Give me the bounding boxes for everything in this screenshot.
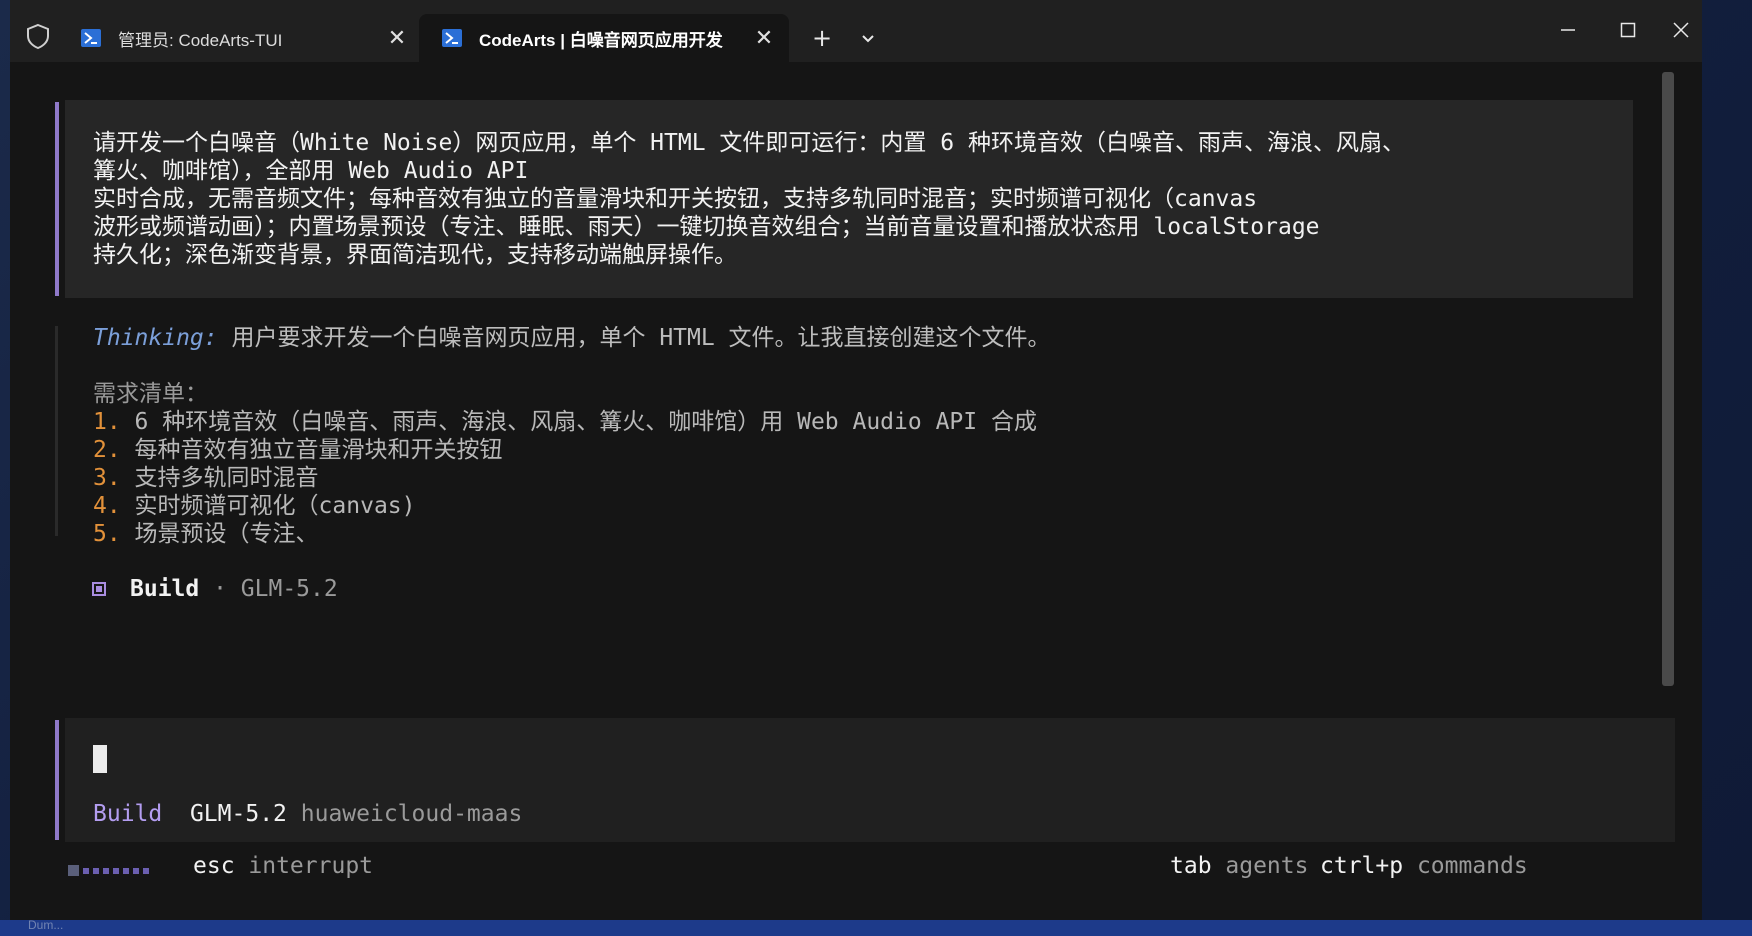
powershell-icon: [442, 29, 462, 47]
minimize-button[interactable]: [1540, 10, 1596, 50]
list-number: 3.: [93, 465, 121, 491]
list-text: 每种音效有独立音量滑块和开关按钮: [120, 437, 503, 463]
tab-label: agents: [1211, 853, 1309, 879]
progress-indicator: [68, 865, 149, 876]
list-number: 5.: [93, 521, 121, 547]
thinking-label: Thinking:: [93, 325, 218, 351]
tab-admin-codearts-tui[interactable]: 管理员: CodeArts-TUI ✕: [58, 14, 422, 62]
build-status-icon: [92, 582, 106, 596]
prompt-accent-bar: [55, 102, 59, 296]
title-bar: 管理员: CodeArts-TUI ✕ CodeArts | 白噪音网页应用开发…: [10, 0, 1702, 62]
input-provider: huaweicloud-maas: [300, 801, 523, 827]
list-item: 4. 实时频谱可视化（canvas): [93, 492, 415, 520]
input-accent-bar: [55, 720, 59, 840]
esc-label: interrupt: [234, 853, 374, 879]
requirements-title: 需求清单：: [93, 381, 208, 407]
list-text: 实时频谱可视化（canvas): [120, 493, 416, 519]
terminal-content[interactable]: 请开发一个白噪音（White Noise）网页应用，单个 HTML 文件即可运行…: [10, 62, 1702, 920]
esc-key: esc: [193, 853, 235, 879]
prompt-line: 请开发一个白噪音（White Noise）网页应用，单个 HTML 文件即可运行…: [93, 130, 1405, 156]
input-mode-line: Build GLM-5.2 huaweicloud-maas: [93, 800, 522, 828]
prompt-line: 持久化；深色渐变背景，界面简洁现代，支持移动端触屏操作。: [93, 242, 737, 268]
list-text: 场景预设（专注、: [120, 521, 319, 547]
build-mode: Build: [130, 576, 200, 602]
text-cursor: [93, 745, 107, 773]
powershell-icon: [81, 29, 101, 47]
list-text: 6 种环境音效（白噪音、雨声、海浪、风扇、篝火、咖啡馆）用 Web Audio …: [120, 409, 1037, 435]
list-item: 1. 6 种环境音效（白噪音、雨声、海浪、风扇、篝火、咖啡馆）用 Web Aud…: [93, 408, 1037, 436]
prompt-line: 实时合成，无需音频文件；每种音效有独立的音量滑块和开关按钮，支持多轨同时混音；实…: [93, 186, 1258, 212]
close-icon[interactable]: ✕: [380, 21, 414, 55]
list-item: 5. 场景预设（专注、: [93, 520, 319, 548]
input-mode: Build: [93, 801, 163, 827]
new-tab-button[interactable]: +: [800, 20, 844, 56]
tab-codearts-white-noise[interactable]: CodeArts | 白噪音网页应用开发 ✕: [419, 14, 789, 62]
thinking-line: Thinking: 用户要求开发一个白噪音网页应用，单个 HTML 文件。让我直…: [93, 324, 1051, 352]
input-model: GLM-5.2: [189, 801, 287, 827]
tab-label: CodeArts | 白噪音网页应用开发: [479, 30, 723, 50]
tab-key: tab: [1170, 853, 1212, 879]
cmd-label: commands: [1403, 853, 1528, 879]
close-icon: [1673, 22, 1689, 38]
maximize-icon: [1620, 22, 1636, 38]
prompt-line: 篝火、咖啡馆），全部用 Web Audio API: [93, 158, 529, 184]
tab-dropdown-button[interactable]: [848, 20, 888, 56]
commands-hint: ctrl+p commands: [1320, 852, 1528, 880]
list-item: 3. 支持多轨同时混音: [93, 464, 319, 492]
chevron-down-icon: [862, 35, 874, 43]
prompt-line: 波形或频谱动画）；内置场景预设（专注、睡眠、雨天）一键切换音效组合；当前音量设置…: [93, 214, 1320, 240]
close-icon[interactable]: ✕: [747, 21, 781, 55]
list-number: 4.: [93, 493, 121, 519]
minimize-icon: [1561, 29, 1575, 31]
list-number: 1.: [93, 409, 121, 435]
desktop-label: Dum...: [28, 918, 64, 932]
interrupt-hint: esc interrupt: [193, 852, 373, 880]
list-text: 支持多轨同时混音: [120, 465, 319, 491]
cmd-key: ctrl+p: [1320, 853, 1404, 879]
status-separator: ·: [199, 576, 241, 602]
thinking-text: 用户要求开发一个白噪音网页应用，单个 HTML 文件。让我直接创建这个文件。: [217, 325, 1051, 351]
desktop-taskbar-strip: [0, 920, 1752, 936]
close-window-button[interactable]: [1660, 10, 1702, 50]
maximize-button[interactable]: [1600, 10, 1656, 50]
tab-label: 管理员: CodeArts-TUI: [118, 30, 283, 50]
build-status: Build · GLM-5.2: [130, 575, 338, 603]
agents-hint: tab agents: [1170, 852, 1308, 880]
build-model: GLM-5.2: [240, 576, 338, 602]
list-number: 2.: [93, 437, 121, 463]
terminal-window: 管理员: CodeArts-TUI ✕ CodeArts | 白噪音网页应用开发…: [10, 0, 1702, 920]
scrollbar[interactable]: [1662, 72, 1674, 686]
shield-icon: [27, 23, 49, 50]
thinking-accent-bar: [55, 326, 58, 536]
list-item: 2. 每种音效有独立音量滑块和开关按钮: [93, 436, 503, 464]
